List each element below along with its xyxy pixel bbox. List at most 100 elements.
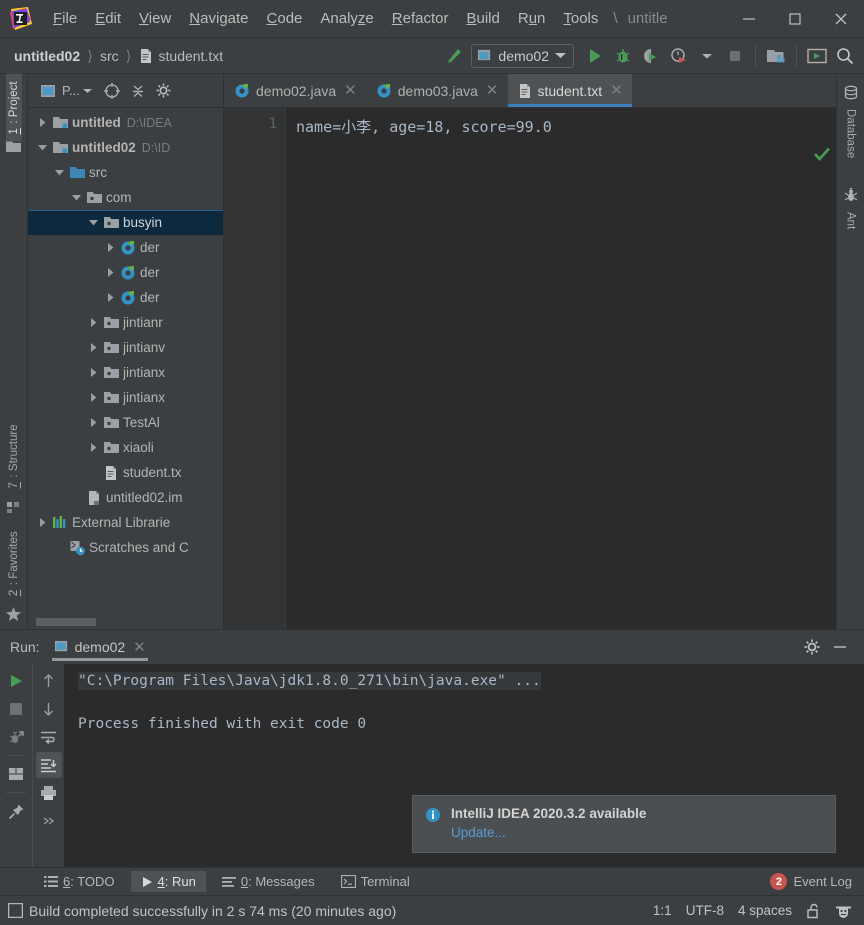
menu-run[interactable]: Run bbox=[509, 8, 555, 29]
updates-icon[interactable] bbox=[804, 43, 830, 69]
chevron-right-icon[interactable] bbox=[102, 292, 118, 303]
status-indent[interactable]: 4 spaces bbox=[738, 903, 792, 918]
more-icon[interactable] bbox=[36, 808, 62, 834]
settings-gear-icon[interactable] bbox=[800, 635, 824, 659]
bottom-tab-run[interactable]: 4: Run bbox=[130, 871, 206, 892]
sidebar-item-project[interactable]: 1: Project bbox=[5, 74, 22, 142]
chevron-right-icon[interactable] bbox=[102, 267, 118, 278]
tree-node-der[interactable]: der bbox=[28, 285, 223, 310]
menu-build[interactable]: Build bbox=[457, 8, 508, 29]
tree-node-external-librarie[interactable]: External Librarie bbox=[28, 510, 223, 535]
tree-node-testal[interactable]: TestAl bbox=[28, 410, 223, 435]
project-tree[interactable]: untitled D:\IDEA untitled02 D:\ID src com busy… bbox=[28, 108, 223, 615]
close-icon[interactable]: ✕ bbox=[484, 83, 499, 98]
up-icon[interactable] bbox=[36, 668, 62, 694]
tree-node-busyin[interactable]: busyin bbox=[28, 210, 223, 235]
stop-icon[interactable] bbox=[3, 696, 29, 722]
tool-window-ant[interactable]: Ant bbox=[843, 207, 859, 234]
maximize-icon[interactable] bbox=[772, 4, 818, 34]
editor-tab-demo02-java[interactable]: demo02.java ✕ bbox=[224, 74, 366, 107]
rerun-failed-icon[interactable] bbox=[3, 724, 29, 750]
profiler-icon[interactable] bbox=[666, 43, 692, 69]
down-icon[interactable] bbox=[36, 696, 62, 722]
status-encoding[interactable]: UTF-8 bbox=[686, 903, 724, 918]
run-with-coverage-icon[interactable] bbox=[638, 43, 664, 69]
run-tab-demo02[interactable]: demo02 ✕ bbox=[48, 631, 152, 663]
hammer-icon[interactable] bbox=[441, 43, 467, 69]
soft-wrap-icon[interactable] bbox=[36, 724, 62, 750]
breadcrumb-src[interactable]: src bbox=[100, 48, 119, 64]
editor-tab-demo03-java[interactable]: demo03.java ✕ bbox=[366, 74, 508, 107]
layout-icon[interactable] bbox=[3, 761, 29, 787]
chevron-right-icon[interactable] bbox=[85, 367, 101, 378]
scrollbar-thumb[interactable] bbox=[36, 618, 96, 626]
tree-node-jintianx[interactable]: jintianx bbox=[28, 385, 223, 410]
settings-gear-icon[interactable] bbox=[152, 79, 176, 103]
chevron-down-icon[interactable] bbox=[85, 217, 101, 228]
tool-window-database[interactable]: Database bbox=[843, 104, 859, 163]
close-icon[interactable] bbox=[818, 4, 864, 34]
chevron-down-icon[interactable] bbox=[51, 167, 67, 178]
tree-node-xiaoli[interactable]: xiaoli bbox=[28, 435, 223, 460]
menu-view[interactable]: View bbox=[130, 8, 180, 29]
tree-node-der[interactable]: der bbox=[28, 260, 223, 285]
chevron-right-icon[interactable] bbox=[85, 442, 101, 453]
event-log-label[interactable]: Event Log bbox=[793, 874, 852, 889]
menu-analyze[interactable]: Analyze bbox=[311, 8, 382, 29]
chevron-right-icon[interactable] bbox=[85, 317, 101, 328]
debug-icon[interactable] bbox=[610, 43, 636, 69]
bottom-tab-messages[interactable]: 0: Messages bbox=[212, 871, 325, 892]
rerun-icon[interactable] bbox=[3, 668, 29, 694]
breadcrumb-file[interactable]: student.txt bbox=[139, 48, 223, 64]
chevron-right-icon[interactable] bbox=[34, 517, 50, 528]
run-configuration-selector[interactable]: demo02 bbox=[471, 43, 574, 68]
project-structure-icon[interactable] bbox=[763, 43, 789, 69]
hide-window-icon[interactable] bbox=[828, 635, 852, 659]
unlocked-icon[interactable] bbox=[806, 903, 821, 919]
chevron-right-icon[interactable] bbox=[85, 417, 101, 428]
tree-node-untitled02[interactable]: untitled02 D:\ID bbox=[28, 135, 223, 160]
chevron-down-icon[interactable] bbox=[68, 192, 84, 203]
notification-update-link[interactable]: Update... bbox=[451, 825, 646, 840]
status-caret-position[interactable]: 1:1 bbox=[653, 903, 672, 918]
sidebar-item-structure[interactable]: 7: Structure bbox=[6, 417, 22, 495]
menu-edit[interactable]: Edit bbox=[86, 8, 130, 29]
pin-tab-icon[interactable] bbox=[3, 798, 29, 824]
notification-balloon[interactable]: IntelliJ IDEA 2020.3.2 available Update.… bbox=[412, 795, 836, 853]
minimize-icon[interactable] bbox=[726, 4, 772, 34]
chevron-right-icon[interactable] bbox=[102, 242, 118, 253]
project-panel-hscrollbar[interactable] bbox=[28, 615, 223, 629]
stop-icon[interactable] bbox=[722, 43, 748, 69]
profiler-dropdown-icon[interactable] bbox=[694, 43, 720, 69]
chevron-right-icon[interactable] bbox=[85, 392, 101, 403]
tree-node-jintianr[interactable]: jintianr bbox=[28, 310, 223, 335]
tree-node-jintianx[interactable]: jintianx bbox=[28, 360, 223, 385]
tree-node-com[interactable]: com bbox=[28, 185, 223, 210]
tree-node-scratches-and-c[interactable]: Scratches and C bbox=[28, 535, 223, 560]
chevron-right-icon[interactable] bbox=[34, 117, 50, 128]
tree-node-student-tx[interactable]: student.tx bbox=[28, 460, 223, 485]
project-panel-title[interactable]: P... bbox=[62, 83, 92, 98]
scroll-to-end-icon[interactable] bbox=[35, 752, 62, 778]
print-icon[interactable] bbox=[36, 780, 62, 806]
sidebar-item-favorites[interactable]: 2: Favorites bbox=[6, 524, 22, 603]
tree-node-jintianv[interactable]: jintianv bbox=[28, 335, 223, 360]
tree-node-untitled[interactable]: untitled D:\IDEA bbox=[28, 110, 223, 135]
collapse-all-icon[interactable] bbox=[126, 79, 150, 103]
menu-refactor[interactable]: Refactor bbox=[383, 8, 458, 29]
menu-file[interactable]: File bbox=[44, 8, 86, 29]
menu-tools[interactable]: Tools bbox=[554, 8, 607, 29]
run-icon[interactable] bbox=[582, 43, 608, 69]
menu-navigate[interactable]: Navigate bbox=[180, 8, 257, 29]
tree-node-der[interactable]: der bbox=[28, 235, 223, 260]
bottom-tab-terminal[interactable]: Terminal bbox=[331, 871, 420, 892]
chevron-down-icon[interactable] bbox=[34, 142, 50, 153]
close-icon[interactable]: ✕ bbox=[131, 640, 146, 655]
editor-tab-student-txt[interactable]: student.txt ✕ bbox=[507, 74, 632, 107]
tree-node-src[interactable]: src bbox=[28, 160, 223, 185]
bottom-tab-todo[interactable]: 6: TODO bbox=[34, 871, 125, 892]
chevron-right-icon[interactable] bbox=[85, 342, 101, 353]
editor-marker-bar[interactable] bbox=[808, 108, 836, 629]
menu-code[interactable]: Code bbox=[258, 8, 312, 29]
search-everywhere-icon[interactable] bbox=[832, 43, 858, 69]
